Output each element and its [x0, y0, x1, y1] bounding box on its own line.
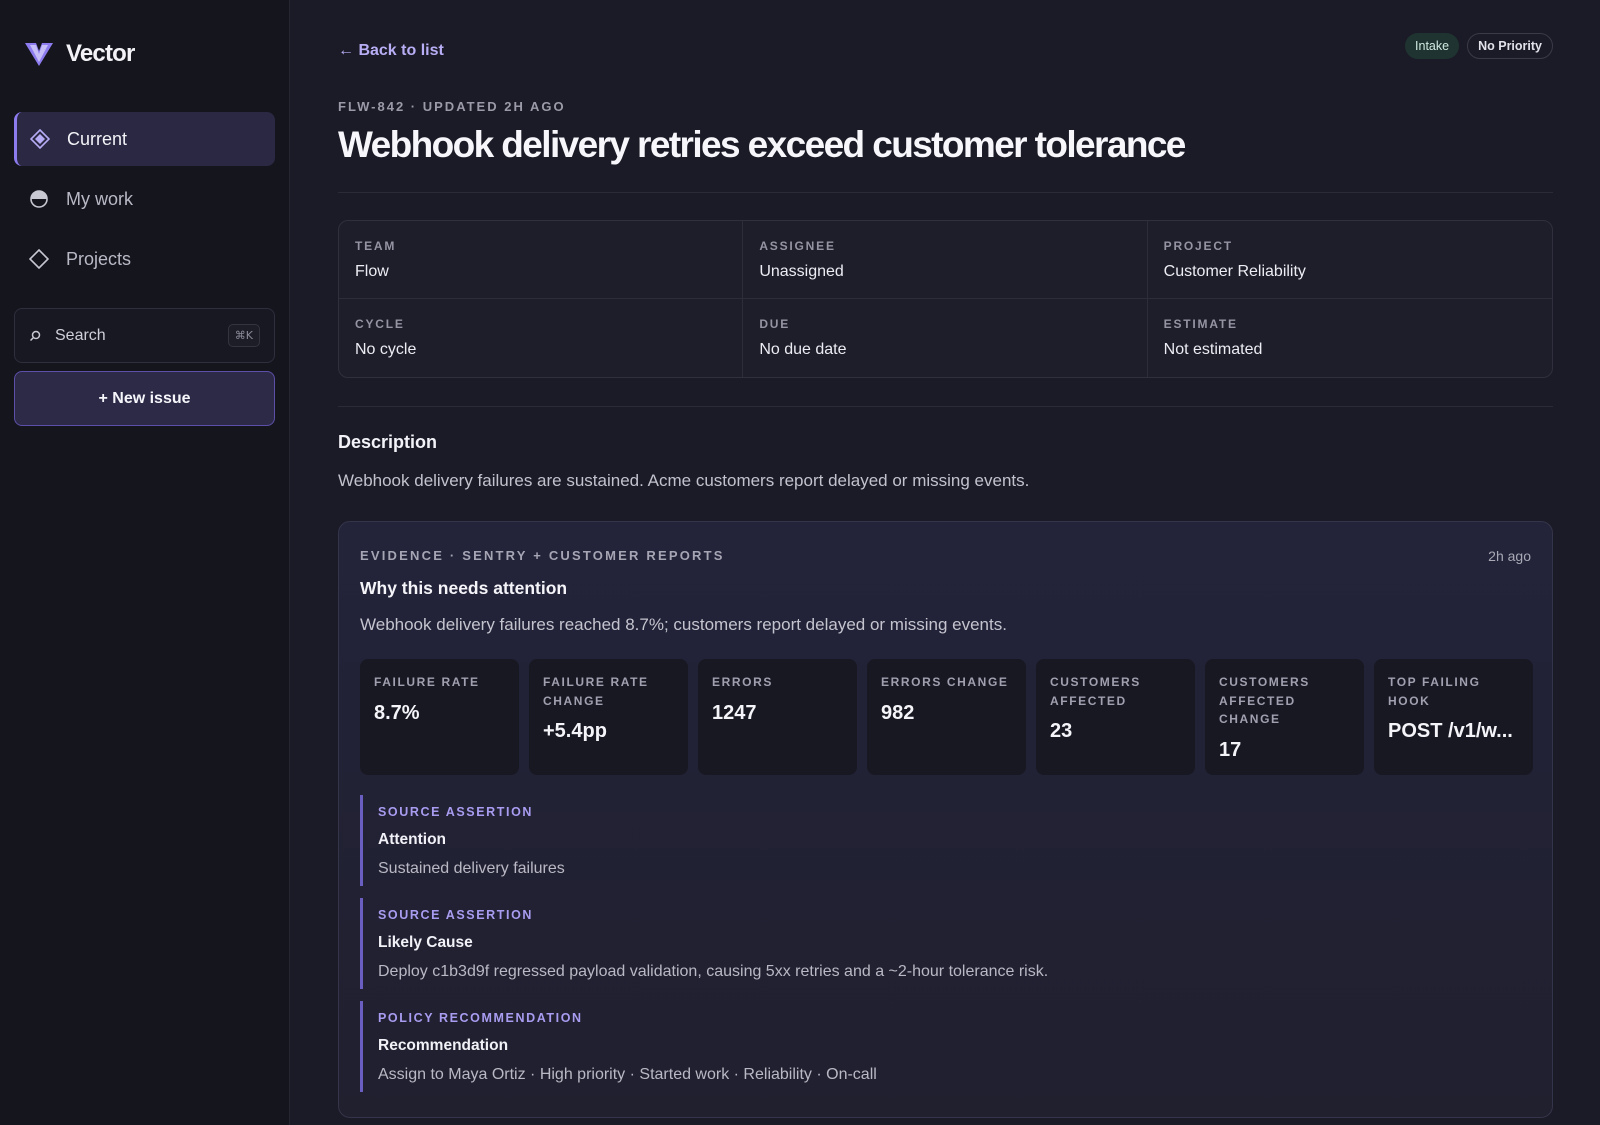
property-value: Unassigned — [759, 263, 844, 280]
metric-label: ERRORS — [712, 675, 773, 689]
metric-label: CUSTOMERS AFFECTED CHANGE — [1219, 675, 1310, 726]
search-shortcut: ⌘K — [227, 324, 260, 347]
half-circle-icon — [28, 188, 50, 210]
brand[interactable]: Vector — [14, 26, 275, 82]
assertions-list: SOURCE ASSERTION Attention Sustained del… — [360, 795, 1530, 1104]
vector-logo-icon — [25, 43, 53, 66]
evidence-card: EVIDENCE · SENTRY + CUSTOMER REPORTS 2h … — [338, 521, 1553, 1118]
assertion-item: SOURCE ASSERTION Attention Sustained del… — [360, 795, 1530, 886]
metric-value: +5.4pp — [543, 720, 607, 742]
property-project[interactable]: PROJECT Customer Reliability — [1147, 221, 1552, 299]
metric-card: CUSTOMERS AFFECTED 23 — [1036, 659, 1195, 775]
sidebar-item-current[interactable]: Current — [14, 112, 275, 166]
assertion-text: Assign to Maya Ortiz · High priority · S… — [378, 1066, 877, 1083]
property-value: No due date — [759, 341, 847, 358]
metric-label: FAILURE RATE CHANGE — [543, 675, 649, 708]
diamond-fill-icon — [29, 128, 51, 150]
property-label: ASSIGNEE — [759, 239, 836, 253]
assertion-kind: SOURCE ASSERTION — [378, 908, 534, 922]
new-issue-button[interactable]: + New issue — [14, 371, 275, 426]
sidebar-nav: Current My work Projects — [14, 112, 275, 286]
evidence-summary: Webhook delivery failures reached 8.7%; … — [360, 615, 1007, 634]
search-label: Search — [55, 326, 106, 344]
metric-card: CUSTOMERS AFFECTED CHANGE 17 — [1205, 659, 1364, 775]
metric-card: FAILURE RATE 8.7% — [360, 659, 519, 775]
sidebar-item-my-work[interactable]: My work — [14, 172, 275, 226]
metric-value: 23 — [1050, 720, 1073, 742]
search-icon — [29, 330, 45, 342]
property-label: ESTIMATE — [1163, 317, 1238, 331]
property-value: No cycle — [355, 341, 417, 358]
property-label: CYCLE — [355, 317, 405, 331]
assertion-text: Deploy c1b3d9f regressed payload validat… — [378, 963, 1049, 980]
property-estimate[interactable]: ESTIMATE Not estimated — [1148, 299, 1552, 377]
sidebar: Vector Current My work Projects Search ⌘… — [0, 0, 290, 1125]
metric-label: ERRORS CHANGE — [881, 675, 1009, 689]
evidence-title: Why this needs attention — [360, 578, 568, 598]
property-value: Customer Reliability — [1163, 263, 1306, 280]
assertion-item: SOURCE ASSERTION Likely Cause Deploy c1b… — [360, 898, 1530, 989]
property-value: Flow — [355, 263, 389, 280]
sidebar-item-label: Current — [67, 128, 128, 149]
sidebar-item-label: Projects — [66, 248, 132, 269]
evidence-header: EVIDENCE · SENTRY + CUSTOMER REPORTS — [360, 548, 725, 563]
divider — [338, 192, 1553, 193]
back-to-list-link[interactable]: ← Back to list — [338, 42, 444, 60]
metric-value: 1247 — [712, 701, 757, 724]
search-input[interactable]: Search ⌘K — [14, 308, 275, 363]
property-assignee[interactable]: ASSIGNEE Unassigned — [743, 221, 1148, 299]
metric-label: TOP FAILING HOOK — [1388, 675, 1481, 708]
metric-value: 17 — [1219, 738, 1242, 761]
assertion-kind: SOURCE ASSERTION — [378, 805, 534, 819]
property-team[interactable]: TEAM Flow — [339, 221, 744, 299]
sidebar-item-label: My work — [66, 188, 133, 209]
property-value: Not estimated — [1163, 341, 1263, 358]
property-label: PROJECT — [1163, 239, 1233, 253]
metric-label: CUSTOMERS AFFECTED — [1050, 675, 1141, 708]
property-cycle[interactable]: CYCLE No cycle — [339, 299, 744, 377]
assertion-title: Attention — [378, 831, 447, 848]
diamond-outline-icon — [28, 248, 50, 270]
assertion-title: Likely Cause — [378, 934, 473, 951]
metric-card: FAILURE RATE CHANGE +5.4pp — [529, 659, 688, 775]
brand-name: Vector — [66, 40, 135, 67]
description-text: Webhook delivery failures are sustained.… — [338, 471, 1030, 490]
status-badge[interactable]: Intake — [1405, 33, 1460, 59]
metric-label: FAILURE RATE — [374, 675, 480, 689]
assertion-kind: POLICY RECOMMENDATION — [378, 1011, 583, 1025]
assertion-item: POLICY RECOMMENDATION Recommendation Ass… — [360, 1001, 1530, 1092]
metric-card: TOP FAILING HOOK POST /v1/w... — [1374, 659, 1533, 775]
metric-card: ERRORS 1247 — [698, 659, 857, 775]
metric-card: ERRORS CHANGE 982 — [867, 659, 1026, 775]
metrics-row: FAILURE RATE 8.7% FAILURE RATE CHANGE +5… — [360, 659, 1533, 775]
metric-value: 8.7% — [374, 701, 420, 724]
sidebar-item-projects[interactable]: Projects — [14, 232, 275, 286]
page-title: Webhook delivery retries exceed customer… — [338, 124, 1186, 165]
property-label: DUE — [759, 317, 791, 331]
priority-badge[interactable]: No Priority — [1467, 33, 1553, 59]
assertion-text: Sustained delivery failures — [378, 860, 565, 877]
divider — [338, 406, 1553, 407]
assertion-title: Recommendation — [378, 1037, 509, 1054]
issue-badges: Intake No Priority — [1405, 33, 1553, 59]
description-heading: Description — [338, 432, 438, 452]
properties-grid: TEAM Flow ASSIGNEE Unassigned PROJECT Cu… — [338, 220, 1553, 378]
metric-value: 982 — [881, 701, 915, 724]
property-due[interactable]: DUE No due date — [743, 299, 1148, 377]
issue-meta: FLW-842 · UPDATED 2H AGO — [338, 99, 566, 114]
evidence-timestamp: 2h ago — [1488, 548, 1531, 564]
property-label: TEAM — [355, 239, 397, 253]
metric-value: POST /v1/w... — [1388, 720, 1513, 742]
